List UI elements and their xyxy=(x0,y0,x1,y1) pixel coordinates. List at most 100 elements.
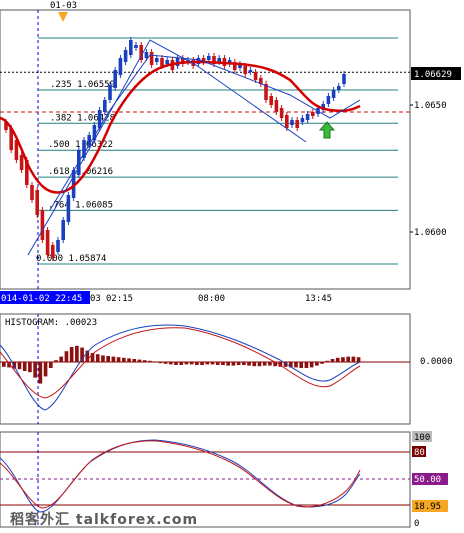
candle-bear xyxy=(285,115,289,128)
histogram-bar xyxy=(137,359,142,362)
fib-label: .764 1.06085 xyxy=(48,200,113,210)
histogram-bar xyxy=(252,362,257,367)
histogram-bar xyxy=(294,362,298,368)
histogram-bar xyxy=(346,356,350,362)
price-tick-1: 1.0650 xyxy=(414,101,447,111)
candle-bull xyxy=(61,220,65,240)
histogram-bar xyxy=(48,362,53,368)
histogram-bar xyxy=(54,360,58,362)
histogram-bar xyxy=(262,362,267,366)
candle-bear xyxy=(269,96,273,105)
histogram-bar xyxy=(200,362,204,365)
histogram-bar xyxy=(231,362,236,366)
histogram-bar xyxy=(341,357,345,362)
fib-label: .235 1.06559 xyxy=(50,80,115,90)
histogram-bar xyxy=(33,362,37,378)
histogram-bar xyxy=(69,347,74,362)
candle-bull xyxy=(56,240,60,252)
candle-bull xyxy=(342,74,346,84)
candle-bear xyxy=(35,190,39,215)
histogram-bar xyxy=(320,362,324,364)
candle-bull xyxy=(326,96,331,104)
candle-bear xyxy=(19,155,24,170)
time-highlight-label: 014-01-02 22:45 xyxy=(1,294,82,304)
histogram-bar xyxy=(59,356,64,362)
histogram-title: HISTOGRAM: .00023 xyxy=(5,318,97,328)
candle-bull xyxy=(300,118,305,122)
histogram-bar xyxy=(28,362,32,373)
histogram-bar xyxy=(330,359,335,362)
candle-bull xyxy=(66,195,71,222)
histogram-bar xyxy=(153,361,157,362)
histogram-bar xyxy=(226,362,230,366)
histogram-bar xyxy=(351,356,356,362)
histogram-bar xyxy=(158,362,163,364)
candle-bear xyxy=(45,230,50,255)
stoch-level-18: 18.95 xyxy=(414,502,441,512)
histogram-bar xyxy=(163,362,168,364)
histogram-bar xyxy=(210,362,215,365)
candle-bull xyxy=(331,90,336,98)
histogram-bar xyxy=(299,362,304,368)
histogram-bar xyxy=(335,357,340,362)
histogram-bar xyxy=(95,354,100,362)
candle-bull xyxy=(290,120,294,125)
candle-bear xyxy=(243,66,247,74)
histogram-bar xyxy=(242,362,246,365)
candle-bull xyxy=(305,114,310,120)
date-marker-label: 01-03 xyxy=(50,1,77,11)
candle-bull xyxy=(129,40,133,55)
current-price-label: 1.06629 xyxy=(414,70,452,80)
histogram-bar xyxy=(247,362,251,366)
stoch-level-0: 0 xyxy=(414,519,419,529)
histogram-bar xyxy=(101,355,105,362)
histogram-bar xyxy=(205,362,210,365)
stoch-level-50: 50.00 xyxy=(414,475,441,485)
candle-bull xyxy=(248,70,253,72)
candle-bull xyxy=(108,85,112,100)
candle-bear xyxy=(274,100,279,112)
candle-bull xyxy=(103,100,107,112)
watermark: 稻客外汇 talkforex.com xyxy=(10,511,198,528)
candle-bull xyxy=(207,56,211,60)
candle-bull xyxy=(337,86,341,90)
histogram-bar xyxy=(184,362,189,365)
candle-bull xyxy=(113,70,117,88)
candle-bear xyxy=(279,108,284,118)
candle-bull xyxy=(155,58,159,62)
histogram-bar xyxy=(116,357,121,362)
histogram-bar xyxy=(221,362,225,365)
histogram-bar xyxy=(122,357,126,362)
histogram-bar xyxy=(111,356,116,362)
stoch-level-100: 100 xyxy=(414,433,430,443)
time-label-2: 02:15 xyxy=(106,294,133,304)
histogram-bar xyxy=(38,362,43,384)
histogram-bar xyxy=(315,362,319,366)
histogram-bar xyxy=(132,359,137,362)
histogram-bar xyxy=(309,362,314,368)
histogram-bar xyxy=(304,362,309,368)
histogram-bar xyxy=(22,362,27,371)
histogram-bar xyxy=(148,360,152,362)
histogram-bar xyxy=(189,362,194,365)
time-label-4: 13:45 xyxy=(305,294,332,304)
histogram-bar xyxy=(168,362,173,365)
candle-bull xyxy=(165,60,169,64)
candle-bear xyxy=(51,245,55,258)
histogram-bar xyxy=(236,362,241,365)
stoch-level-80: 80 xyxy=(414,448,425,458)
histogram-bar xyxy=(17,362,22,370)
candle-bear xyxy=(295,120,299,128)
candle-bull xyxy=(134,45,138,48)
forex-chart: .235 1.06559.382 1.06428.500 1.06322.618… xyxy=(0,1,461,529)
candle-bear xyxy=(160,58,164,66)
price-tick-2: 1.0600 xyxy=(414,228,447,238)
histogram-zero-label: 0.0000 xyxy=(420,357,453,367)
candle-bull xyxy=(118,58,123,75)
histogram-bar xyxy=(195,362,199,365)
histogram-bar xyxy=(215,362,220,365)
histogram-bar xyxy=(142,360,147,362)
fib-label: 0.000 1.05874 xyxy=(36,254,106,264)
histogram-bar xyxy=(325,360,330,362)
histogram-bar xyxy=(257,362,262,367)
